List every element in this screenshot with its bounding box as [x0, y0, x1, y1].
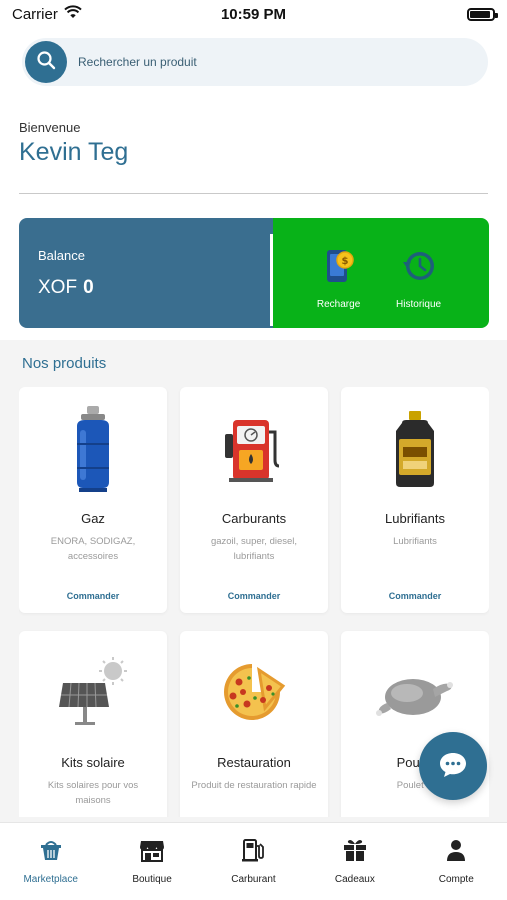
chat-bubble-icon — [438, 750, 468, 783]
product-desc: Produit de restauration rapide — [191, 780, 317, 791]
nav-carburant[interactable]: Carburant — [208, 837, 298, 885]
product-desc: ENORA, SODIGAZ, accessoires — [50, 536, 136, 562]
recharge-button[interactable]: $ Recharge — [317, 246, 360, 310]
basket-icon — [38, 837, 64, 866]
wifi-icon — [64, 5, 82, 23]
search-bar[interactable] — [22, 38, 488, 86]
nav-label: Boutique — [132, 874, 172, 885]
wallet-coin-icon: $ — [322, 246, 356, 289]
product-desc: Lubrifiants — [393, 536, 437, 547]
svg-text:$: $ — [341, 256, 348, 267]
product-name: Lubrifiants — [385, 511, 445, 526]
history-clock-icon — [399, 246, 439, 289]
nav-marketplace[interactable]: Marketplace — [6, 837, 96, 885]
nav-label: Compte — [438, 874, 474, 885]
user-name: Kevin Teg — [19, 138, 129, 166]
battery-icon — [467, 7, 498, 21]
history-label: Historique — [396, 299, 442, 310]
balance-value: 0 — [83, 277, 94, 298]
fuel-pump-icon — [180, 387, 328, 505]
user-icon — [443, 837, 469, 866]
welcome-label: Bienvenue — [19, 120, 81, 135]
gas-cylinder-icon — [19, 387, 167, 505]
balance-panel: Balance XOF 0 — [19, 218, 273, 328]
product-name: Gaz — [81, 511, 105, 526]
nav-compte[interactable]: Compte — [411, 837, 501, 885]
balance-amount: XOF 0 — [38, 277, 273, 299]
product-card-lubrifiants[interactable]: Lubrifiants Lubrifiants Commander — [341, 387, 489, 613]
product-name: Carburants — [221, 511, 287, 526]
recharge-label: Recharge — [316, 299, 361, 310]
product-card-gaz[interactable]: Gaz ENORA, SODIGAZ, accessoires Commande… — [19, 387, 167, 613]
nav-label: Carburant — [231, 874, 276, 885]
product-name: Kits solaire — [61, 755, 125, 770]
history-button[interactable]: Historique — [396, 246, 441, 310]
product-name: Restauration — [217, 755, 291, 770]
search-icon — [36, 50, 56, 75]
product-card-restauration[interactable]: Restauration Produit de restauration rap… — [180, 631, 328, 817]
order-button[interactable]: Commander — [19, 591, 167, 601]
products-title: Nos produits — [22, 355, 107, 372]
search-input[interactable] — [78, 55, 458, 69]
nav-cadeaux[interactable]: Cadeaux — [310, 837, 400, 885]
nav-label: Cadeaux — [334, 874, 375, 885]
product-card-kits-solaire[interactable]: Kits solaire Kits solaires pour vos mais… — [19, 631, 167, 817]
divider — [19, 193, 488, 194]
bottom-nav: Marketplace Boutique Carburant Cadeaux C… — [0, 822, 507, 900]
product-grid: Gaz ENORA, SODIGAZ, accessoires Commande… — [19, 387, 489, 817]
order-button[interactable]: Commander — [341, 591, 489, 601]
carrier-label: Carrier — [12, 5, 58, 23]
product-desc: gazoil, super, diesel, lubrifiants — [210, 536, 298, 562]
balance-card: Balance XOF 0 $ Recharge Historique — [19, 218, 489, 328]
gift-icon — [342, 837, 368, 866]
order-button[interactable]: Commander — [180, 591, 328, 601]
product-desc: Kits solaires pour vos maisons — [47, 780, 139, 806]
search-button[interactable] — [25, 41, 67, 83]
chat-button[interactable] — [419, 732, 487, 800]
store-icon — [139, 837, 165, 866]
nav-label: Marketplace — [23, 874, 78, 885]
fuel-station-icon — [240, 837, 266, 866]
balance-currency: XOF — [38, 277, 78, 298]
pizza-icon — [180, 631, 328, 749]
nav-boutique[interactable]: Boutique — [107, 837, 197, 885]
status-bar: Carrier 10:59 PM — [0, 0, 507, 28]
chicken-icon — [341, 631, 489, 749]
solar-panel-icon — [19, 631, 167, 749]
status-left: Carrier — [12, 5, 82, 23]
product-card-carburants[interactable]: Carburants gazoil, super, diesel, lubrif… — [180, 387, 328, 613]
oil-bottle-icon — [341, 387, 489, 505]
balance-actions: $ Recharge Historique — [273, 218, 489, 328]
balance-label: Balance — [38, 248, 85, 263]
